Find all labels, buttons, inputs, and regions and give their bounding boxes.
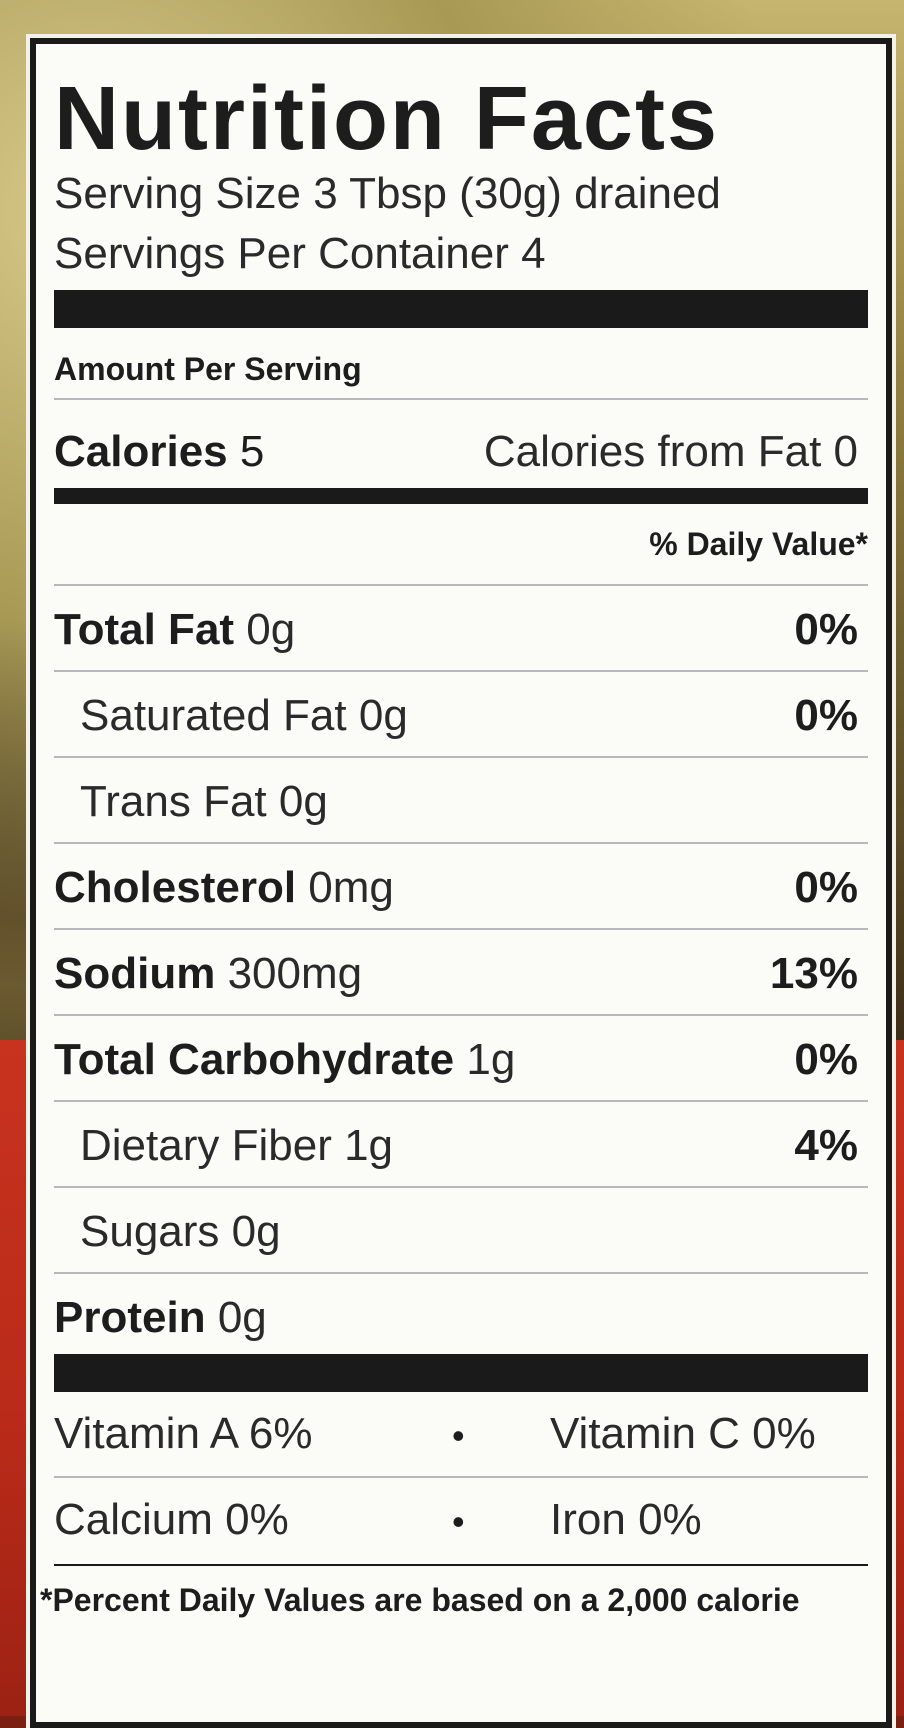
medium-divider [54, 488, 868, 504]
nutrient-amount: 0g [358, 691, 408, 740]
daily-value-header: % Daily Value* [649, 526, 868, 562]
nutrient-label: Saturated Fat [80, 691, 347, 740]
nutrient-dv: 0% [794, 863, 858, 912]
nutrient-amount: 0g [217, 1293, 267, 1342]
divider [54, 1014, 868, 1016]
amount-per-serving: Amount Per Serving [54, 351, 362, 387]
vitamin-value: 0% [638, 1495, 702, 1544]
nutrient-row-trans-fat: Trans Fat 0g [54, 772, 868, 832]
nutrient-amount: 0g [231, 1207, 281, 1256]
vitamin-value: 0% [752, 1409, 816, 1458]
nutrient-amount: 0g [278, 777, 328, 826]
vitamin-row-2: Calcium 0% • Iron 0% [54, 1490, 868, 1550]
nutrient-label: Trans Fat [80, 777, 267, 826]
nutrient-amount: 1g [466, 1035, 516, 1084]
servings-per-container: Servings Per Container 4 [54, 229, 546, 278]
nutrient-row-cholesterol: Cholesterol 0mg 0% [54, 858, 868, 918]
vitamin-value: 6% [248, 1409, 313, 1458]
nutrition-label: Nutrition Facts Serving Size 3 Tbsp (30g… [30, 38, 892, 1728]
bullet-dot: • [452, 1501, 465, 1542]
calories-label: Calories [54, 427, 228, 476]
calories-row: Calories 5 Calories from Fat 0 [54, 422, 868, 482]
divider [54, 928, 868, 930]
divider [54, 1272, 868, 1274]
divider [54, 1100, 868, 1102]
nutrient-row-sugars: Sugars 0g [54, 1202, 868, 1262]
vitamin-row-1: Vitamin A 6% • Vitamin C 0% [54, 1404, 868, 1464]
footnote: *Percent Daily Values are based on a 2,0… [40, 1582, 800, 1618]
nutrient-dv: 0% [794, 1035, 858, 1084]
nutrient-label: Total Fat [54, 605, 235, 654]
nutrient-amount: 0g [246, 605, 296, 654]
nutrient-row-dietary-fiber: Dietary Fiber 1g 4% [54, 1116, 868, 1176]
nutrient-label: Total Carbohydrate [54, 1035, 455, 1084]
nutrient-label: Protein [54, 1293, 206, 1342]
vitamin-value: 0% [225, 1495, 289, 1544]
nutrient-row-protein: Protein 0g [54, 1288, 868, 1348]
thick-divider [54, 290, 868, 328]
nutrient-row-total-fat: Total Fat 0g 0% [54, 600, 868, 660]
vitamin-label: Calcium [54, 1495, 213, 1544]
vitamin-label: Vitamin C [550, 1409, 740, 1458]
calories-from-fat: Calories from Fat 0 [483, 427, 858, 476]
divider [54, 584, 868, 586]
nutrient-dv: 0% [794, 605, 858, 654]
label-title: Nutrition Facts [54, 69, 720, 169]
vitamin-right-group: Vitamin C 0% [550, 1404, 816, 1464]
divider [54, 1186, 868, 1188]
divider [54, 398, 868, 400]
nutrient-amount: 300mg [227, 949, 363, 998]
vitamin-right-group: Iron 0% [550, 1490, 702, 1550]
thick-divider [54, 1354, 868, 1392]
nutrient-amount: 1g [344, 1121, 394, 1170]
nutrient-dv: 13% [769, 949, 858, 998]
calories-value: 5 [239, 427, 265, 476]
nutrient-dv: 4% [794, 1121, 858, 1170]
nutrient-row-total-carbohydrate: Total Carbohydrate 1g 0% [54, 1030, 868, 1090]
nutrient-label: Cholesterol [54, 863, 297, 912]
divider [54, 1564, 868, 1566]
serving-size: Serving Size 3 Tbsp (30g) drained [54, 169, 721, 218]
nutrient-dv: 0% [794, 691, 858, 740]
nutrient-label: Dietary Fiber [80, 1121, 332, 1170]
nutrient-amount: 0mg [308, 863, 394, 912]
nutrient-label: Sugars [80, 1207, 220, 1256]
divider [54, 756, 868, 758]
divider [54, 670, 868, 672]
vitamin-label: Iron [550, 1495, 626, 1544]
vitamin-label: Vitamin A [54, 1409, 237, 1458]
bullet-dot: • [452, 1415, 465, 1456]
nutrient-row-sodium: Sodium 300mg 13% [54, 944, 868, 1004]
nutrient-row-saturated-fat: Saturated Fat 0g 0% [54, 686, 868, 746]
divider [54, 842, 868, 844]
nutrient-label: Sodium [54, 949, 216, 998]
divider [54, 1476, 868, 1478]
